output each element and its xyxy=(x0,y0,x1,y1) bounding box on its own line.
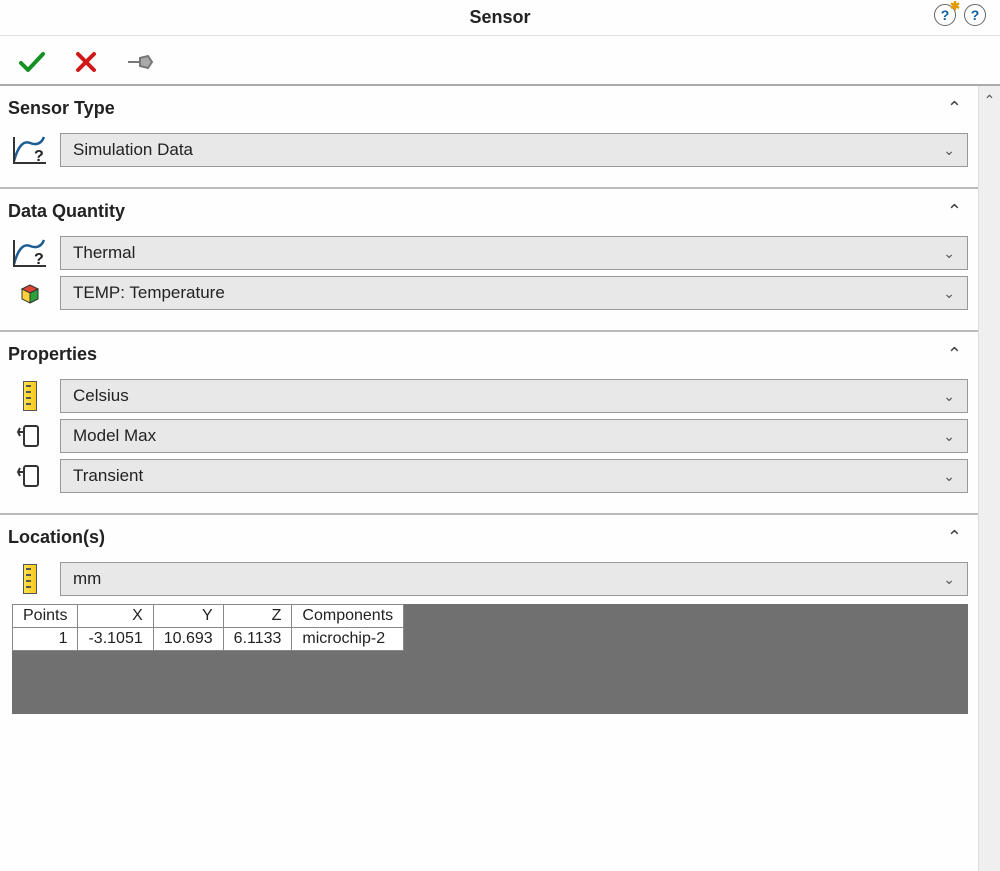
chevron-down-icon: ⌄ xyxy=(943,285,955,302)
ok-button[interactable] xyxy=(18,50,46,74)
locations-table-wrap: Points X Y Z Components 1 -3.1051 10.693… xyxy=(12,604,968,714)
sensor-type-select[interactable]: Simulation Data ⌄ xyxy=(60,133,968,167)
panel-title: Sensor xyxy=(469,7,530,28)
unit-icon xyxy=(10,381,50,411)
help-new-icon[interactable]: ? xyxy=(934,4,956,26)
help-icon[interactable]: ? xyxy=(964,4,986,26)
cell-z: 6.1133 xyxy=(223,628,292,651)
chevron-down-icon: ⌄ xyxy=(943,571,955,588)
sensor-type-icon: ? xyxy=(10,135,50,165)
collapse-icon[interactable]: ⌃ xyxy=(947,98,966,119)
col-points: Points xyxy=(13,605,78,628)
step-icon xyxy=(10,462,50,490)
sensor-type-value: Simulation Data xyxy=(73,140,193,160)
col-z: Z xyxy=(223,605,292,628)
data-quantity-value: TEMP: Temperature xyxy=(73,283,225,303)
collapse-icon[interactable]: ⌃ xyxy=(947,344,966,365)
collapse-icon[interactable]: ⌃ xyxy=(947,527,966,548)
chevron-down-icon: ⌄ xyxy=(943,245,955,262)
location-unit-icon xyxy=(10,564,50,594)
table-row[interactable]: 1 -3.1051 10.693 6.1133 microchip-2 xyxy=(13,628,404,651)
step-value: Transient xyxy=(73,466,143,486)
criterion-icon xyxy=(10,422,50,450)
chevron-down-icon: ⌄ xyxy=(943,468,955,485)
criterion-value: Model Max xyxy=(73,426,156,446)
data-quantity-icon xyxy=(10,279,50,307)
cell-y: 10.693 xyxy=(153,628,223,651)
criterion-select[interactable]: Model Max ⌄ xyxy=(60,419,968,453)
locations-table[interactable]: Points X Y Z Components 1 -3.1051 10.693… xyxy=(12,604,404,651)
data-quantity-heading: Data Quantity xyxy=(8,201,125,222)
svg-text:?: ? xyxy=(34,148,44,165)
svg-text:?: ? xyxy=(34,251,44,268)
sensor-type-heading: Sensor Type xyxy=(8,98,115,119)
data-category-select[interactable]: Thermal ⌄ xyxy=(60,236,968,270)
col-x: X xyxy=(78,605,153,628)
unit-select[interactable]: Celsius ⌄ xyxy=(60,379,968,413)
locations-heading: Location(s) xyxy=(8,527,105,548)
pin-button[interactable] xyxy=(126,50,156,74)
cancel-button[interactable] xyxy=(74,50,98,74)
data-category-value: Thermal xyxy=(73,243,135,263)
cell-component: microchip-2 xyxy=(292,628,404,651)
unit-value: Celsius xyxy=(73,386,129,406)
vertical-scrollbar[interactable]: ⌃ xyxy=(978,86,1000,871)
chevron-down-icon: ⌄ xyxy=(943,428,955,445)
collapse-icon[interactable]: ⌃ xyxy=(947,201,966,222)
cell-x: -3.1051 xyxy=(78,628,153,651)
data-category-icon: ? xyxy=(10,238,50,268)
col-y: Y xyxy=(153,605,223,628)
location-unit-select[interactable]: mm ⌄ xyxy=(60,562,968,596)
data-quantity-select[interactable]: TEMP: Temperature ⌄ xyxy=(60,276,968,310)
location-unit-value: mm xyxy=(73,569,101,589)
chevron-down-icon: ⌄ xyxy=(943,388,955,405)
scroll-up-icon[interactable]: ⌃ xyxy=(984,92,996,109)
cell-idx: 1 xyxy=(13,628,78,651)
chevron-down-icon: ⌄ xyxy=(943,142,955,159)
properties-heading: Properties xyxy=(8,344,97,365)
col-components: Components xyxy=(292,605,404,628)
step-select[interactable]: Transient ⌄ xyxy=(60,459,968,493)
